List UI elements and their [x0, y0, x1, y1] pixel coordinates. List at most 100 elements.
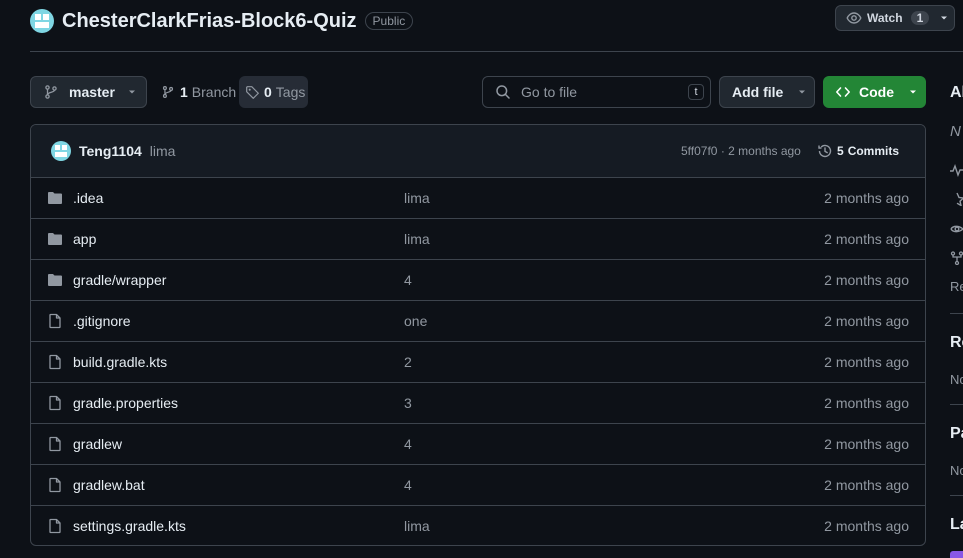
chevron-down-icon	[127, 87, 137, 97]
file-table: Teng1104 lima 5ff07f0 · 2 months ago 5 C…	[30, 124, 926, 546]
activity-icon[interactable]	[950, 163, 963, 177]
git-branch-icon	[43, 84, 59, 100]
table-row[interactable]: gradle.properties 3 2 months ago	[31, 383, 925, 424]
commit-message[interactable]: lima	[150, 143, 176, 159]
file-commit-message[interactable]: 4	[404, 477, 412, 493]
search-input[interactable]	[519, 83, 673, 101]
owner-avatar[interactable]	[30, 9, 54, 33]
file-icon	[47, 395, 63, 411]
file-commit-date: 2 months ago	[824, 313, 909, 329]
about-description: N	[950, 123, 961, 140]
star-icon[interactable]	[950, 192, 963, 206]
branch-select-button[interactable]: master	[30, 76, 147, 108]
watch-count: 1	[910, 11, 930, 25]
chevron-down-icon	[797, 87, 807, 97]
tag-icon	[245, 85, 260, 100]
fork-icon[interactable]	[950, 251, 963, 265]
file-icon	[47, 477, 63, 493]
file-commit-message[interactable]: lima	[404, 190, 430, 206]
file-commit-date: 2 months ago	[824, 190, 909, 206]
code-button[interactable]: Code	[823, 76, 926, 108]
sidebar-divider	[950, 404, 963, 405]
header-divider	[30, 51, 963, 52]
file-commit-message[interactable]: 4	[404, 272, 412, 288]
file-commit-message[interactable]: lima	[404, 518, 430, 534]
table-row[interactable]: build.gradle.kts 2 2 months ago	[31, 342, 925, 383]
file-commit-message[interactable]: 3	[404, 395, 412, 411]
file-icon	[47, 436, 63, 452]
chevron-down-icon	[939, 13, 949, 23]
go-to-file-search[interactable]: t	[482, 76, 711, 108]
file-commit-date: 2 months ago	[824, 354, 909, 370]
search-icon	[495, 84, 511, 100]
file-name-link[interactable]: settings.gradle.kts	[73, 518, 186, 534]
folder-icon	[47, 231, 63, 247]
history-icon	[817, 143, 833, 159]
git-branch-icon	[161, 85, 175, 99]
readme-link[interactable]: Re	[950, 279, 963, 294]
file-name-link[interactable]: gradlew	[73, 436, 122, 452]
table-row[interactable]: .idea lima 2 months ago	[31, 178, 925, 219]
tags-count: 0	[264, 84, 272, 100]
file-icon	[47, 518, 63, 534]
table-row[interactable]: gradlew 4 2 months ago	[31, 424, 925, 465]
table-row[interactable]: gradle/wrapper 4 2 months ago	[31, 260, 925, 301]
file-name-link[interactable]: gradle.properties	[73, 395, 178, 411]
branches-label: Branch	[191, 84, 237, 100]
file-commit-date: 2 months ago	[824, 231, 909, 247]
file-name-link[interactable]: .idea	[73, 190, 103, 206]
commits-history-link[interactable]: 5 Commits	[817, 143, 899, 159]
folder-icon	[47, 272, 63, 288]
visibility-badge: Public	[364, 12, 414, 30]
eye-icon	[846, 10, 862, 26]
add-file-label: Add file	[732, 84, 784, 100]
branches-count: 1	[180, 84, 188, 100]
latest-commit-bar: Teng1104 lima 5ff07f0 · 2 months ago 5 C…	[31, 125, 925, 178]
file-commit-date: 2 months ago	[824, 272, 909, 288]
tags-label: Tags	[275, 84, 306, 100]
add-file-button[interactable]: Add file	[719, 76, 815, 108]
file-name-link[interactable]: build.gradle.kts	[73, 354, 167, 370]
languages-heading: La	[950, 516, 963, 533]
repo-title[interactable]: ChesterClarkFrias-Block6-Quiz	[62, 10, 357, 33]
file-commit-date: 2 months ago	[824, 477, 909, 493]
commits-count: 5	[837, 144, 844, 158]
sidebar-divider	[950, 495, 963, 496]
releases-text: No	[950, 372, 963, 387]
packages-heading[interactable]: Pa	[950, 425, 963, 443]
file-commit-message[interactable]: one	[404, 313, 427, 329]
file-commit-date: 2 months ago	[824, 518, 909, 534]
table-row[interactable]: gradlew.bat 4 2 months ago	[31, 465, 925, 506]
code-icon	[835, 84, 851, 100]
file-name-link[interactable]: gradlew.bat	[73, 477, 145, 493]
file-commit-message[interactable]: lima	[404, 231, 430, 247]
branch-name: master	[69, 84, 115, 100]
commit-author[interactable]: Teng1104	[79, 143, 142, 159]
file-commit-message[interactable]: 2	[404, 354, 412, 370]
releases-heading[interactable]: Re	[950, 334, 963, 352]
file-commit-date: 2 months ago	[824, 395, 909, 411]
file-commit-date: 2 months ago	[824, 436, 909, 452]
table-row[interactable]: app lima 2 months ago	[31, 219, 925, 260]
avatar[interactable]	[51, 141, 71, 161]
file-icon	[47, 313, 63, 329]
file-commit-message[interactable]: 4	[404, 436, 412, 452]
commit-meta[interactable]: 5ff07f0 · 2 months ago	[681, 144, 801, 158]
commits-label: Commits	[847, 144, 900, 158]
table-row[interactable]: settings.gradle.kts lima 2 months ago	[31, 506, 925, 545]
file-name-link[interactable]: .gitignore	[73, 313, 131, 329]
file-name-link[interactable]: gradle/wrapper	[73, 272, 166, 288]
branches-link[interactable]: 1 Branch	[161, 76, 236, 108]
file-name-link[interactable]: app	[73, 231, 96, 247]
language-bar	[950, 551, 963, 558]
code-label: Code	[859, 84, 894, 100]
table-row[interactable]: .gitignore one 2 months ago	[31, 301, 925, 342]
about-heading: Al	[950, 84, 963, 101]
sidebar-divider	[950, 313, 963, 314]
tags-link[interactable]: 0 Tags	[239, 76, 308, 108]
shortcut-key-hint: t	[688, 84, 704, 100]
eye-icon[interactable]	[950, 222, 963, 236]
packages-text: No	[950, 463, 963, 478]
watch-button[interactable]: Watch 1	[835, 5, 955, 31]
folder-icon	[47, 190, 63, 206]
